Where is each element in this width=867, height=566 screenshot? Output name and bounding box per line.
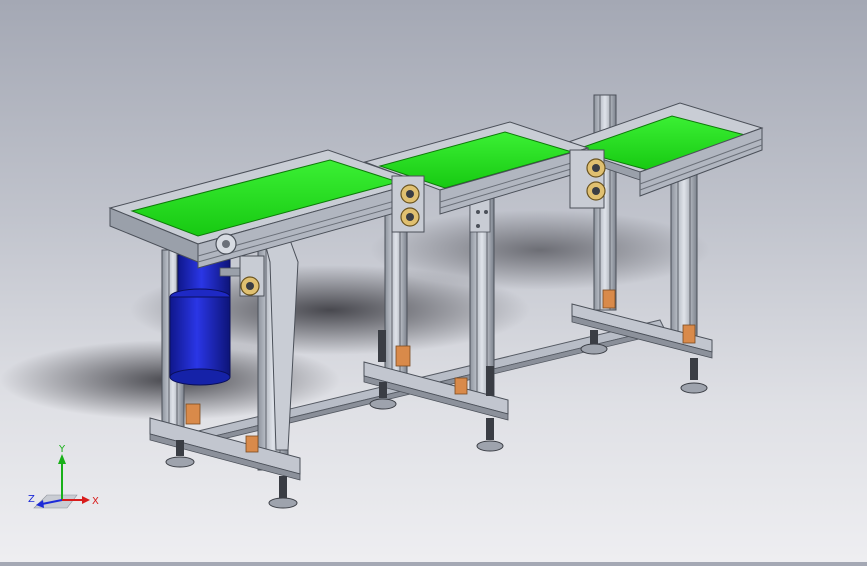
z-axis-label: Z	[28, 494, 35, 505]
cad-viewport[interactable]: Y X Z	[0, 0, 867, 562]
conveyor-model	[0, 94, 764, 509]
coordinate-triad: Y X Z	[28, 444, 99, 509]
x-axis-label: X	[92, 496, 99, 507]
y-axis-label: Y	[58, 444, 66, 455]
